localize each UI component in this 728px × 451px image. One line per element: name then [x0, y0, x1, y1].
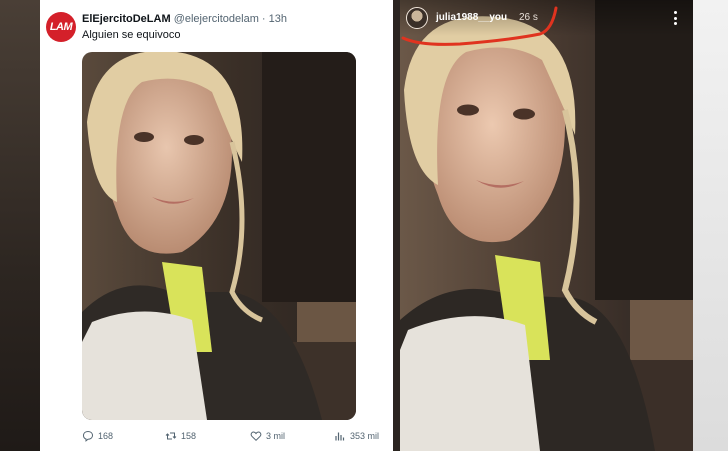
- retweet-button[interactable]: 158: [165, 430, 196, 442]
- blurred-right-margin: [693, 0, 728, 451]
- tweet-avatar[interactable]: LAM: [46, 12, 76, 42]
- tweet-header: ElEjercitoDeLAM @elejercitodelam · 13h: [82, 13, 287, 25]
- tweet-actions-bar: 168 158 3 mil 353 mil: [82, 430, 382, 446]
- views-count: 353 mil: [350, 431, 380, 441]
- like-count: 3 mil: [266, 431, 286, 441]
- instagram-story[interactable]: julia1988__you 26 s: [400, 0, 693, 451]
- reply-count: 168: [98, 431, 114, 441]
- heart-icon: [250, 431, 262, 441]
- screenshot-page: LAM ElEjercitoDeLAM @elejercitodelam · 1…: [0, 0, 728, 451]
- like-button[interactable]: 3 mil: [250, 430, 285, 442]
- tweet-photo[interactable]: [82, 52, 356, 420]
- retweet-icon: [165, 432, 177, 440]
- story-photo-image: [400, 0, 693, 451]
- tweet-handle[interactable]: @elejercitodelam: [174, 13, 259, 25]
- tweet-card[interactable]: LAM ElEjercitoDeLAM @elejercitodelam · 1…: [40, 0, 393, 451]
- tweet-time[interactable]: 13h: [269, 13, 287, 25]
- tweet-photo-image: [82, 52, 356, 420]
- reply-button[interactable]: 168: [82, 430, 113, 442]
- tweet-text: Alguien se equivoco: [82, 29, 181, 41]
- blurred-left-margin: [0, 0, 40, 451]
- views-chart-icon: [335, 432, 345, 441]
- retweet-count: 158: [181, 431, 197, 441]
- tweet-display-name[interactable]: ElEjercitoDeLAM: [82, 13, 171, 25]
- tweet-separator: ·: [261, 13, 266, 25]
- red-annotation-underline: [401, 6, 558, 46]
- reply-icon: [82, 430, 94, 442]
- views-button[interactable]: 353 mil: [334, 430, 379, 442]
